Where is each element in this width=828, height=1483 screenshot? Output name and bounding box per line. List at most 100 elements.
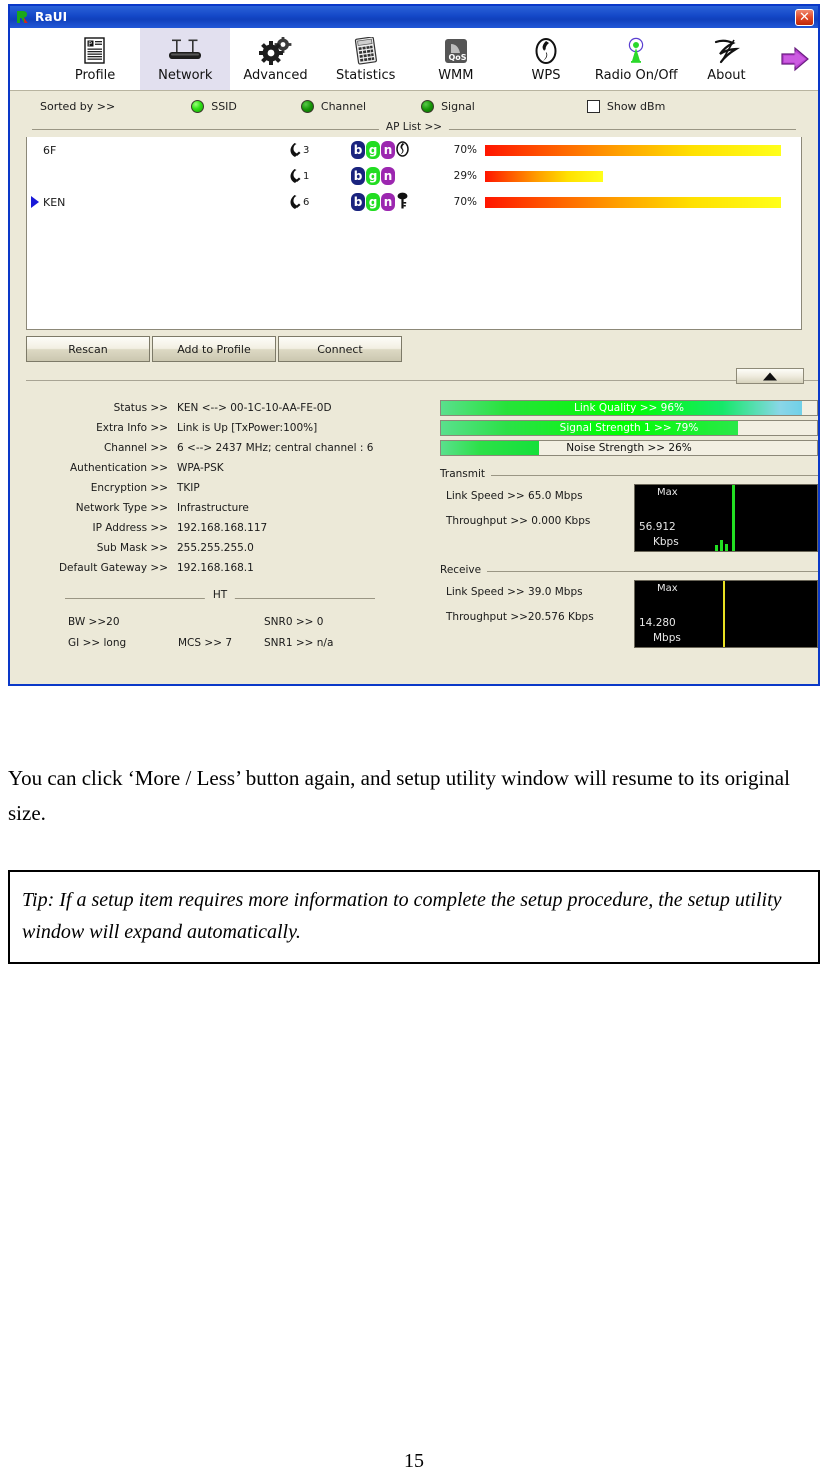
radio-antenna-icon [624, 35, 648, 65]
badge-b: b [351, 167, 365, 185]
add-to-profile-button[interactable]: Add to Profile [152, 336, 276, 362]
tab-radio-on-off[interactable]: Radio On/Off [591, 28, 681, 90]
key-icon [396, 192, 409, 213]
connect-button[interactable]: Connect [278, 336, 402, 362]
receive-graph-unit: Mbps [653, 632, 681, 644]
action-button-bar: Rescan Add to Profile Connect [26, 336, 818, 366]
ap-signal-bar [485, 196, 781, 208]
show-dbm-checkbox[interactable]: Show dBm [586, 99, 665, 113]
ap-capabilities: b g n [351, 140, 427, 160]
status-key: Extra Info >> [96, 422, 168, 434]
status-value: TKIP [177, 482, 200, 494]
ap-channel: 1 [287, 168, 351, 185]
status-row: Network Type >> Infrastructure [10, 498, 430, 518]
calculator-icon [353, 35, 379, 65]
table-row[interactable]: 1 b g n 29% [27, 163, 801, 189]
ap-ssid: KEN [43, 195, 66, 209]
separator-line [26, 380, 818, 381]
tab-profile[interactable]: P Profile [50, 28, 140, 90]
table-row[interactable]: 6F 3 b g n 70% [27, 137, 801, 163]
receive-label: Receive [440, 564, 488, 576]
gears-icon [258, 35, 292, 65]
network-router-icon [165, 35, 205, 65]
triangle-up-icon [763, 372, 777, 380]
sort-option-channel-label: Channel [320, 99, 367, 113]
rescan-button[interactable]: Rescan [26, 336, 150, 362]
close-icon[interactable]: ✕ [795, 8, 814, 26]
tab-about[interactable]: About [681, 28, 771, 90]
badge-n: n [381, 193, 395, 211]
sort-option-ssid[interactable]: SSID [191, 99, 237, 113]
transmit-text: Link Speed >> 65.0 Mbps Throughput >> 0.… [440, 484, 634, 534]
receive-text: Link Speed >> 39.0 Mbps Throughput >>20.… [440, 580, 634, 630]
status-value: 192.168.168.117 [177, 522, 268, 534]
wps-icon [533, 35, 559, 65]
tip-box: Tip: If a setup item requires more infor… [8, 870, 820, 964]
sort-option-signal[interactable]: Signal [421, 99, 475, 113]
tab-profile-label: Profile [74, 68, 116, 83]
tab-about-label: About [707, 68, 746, 83]
arrow-right-icon[interactable] [772, 28, 819, 90]
status-key: Encryption >> [90, 482, 168, 494]
ht-spacer [178, 612, 264, 633]
tab-network-label: Network [158, 68, 213, 83]
sort-bar: Sorted by >> SSID Channel Signal Show dB… [10, 91, 818, 121]
noise-strength-label: Noise Strength >> 26% [566, 441, 692, 454]
signal-strength-label: Signal Strength 1 >> 79% [559, 421, 699, 434]
tab-advanced[interactable]: Advanced [230, 28, 320, 90]
tab-network[interactable]: Network [140, 28, 231, 90]
ap-channel-number: 6 [303, 196, 310, 208]
radio-signal-icon[interactable] [421, 99, 435, 113]
status-value: Infrastructure [177, 502, 249, 514]
ap-signal-bar-wrap [485, 196, 801, 208]
ap-channel-number: 1 [303, 170, 310, 182]
tab-wps[interactable]: WPS [501, 28, 591, 90]
body-paragraph: You can click ‘More / Less’ button again… [8, 766, 790, 825]
tab-advanced-label: Advanced [243, 68, 308, 83]
transmit-graph-spike [732, 485, 735, 551]
transmit-graph-spike [720, 540, 723, 551]
ht-gi: GI >> long [68, 637, 127, 649]
transmit-section-caption: Transmit [440, 468, 818, 482]
link-quality-label: Link Quality >> 96% [574, 401, 684, 414]
more-less-button[interactable] [736, 368, 804, 384]
receive-link-speed: Link Speed >> 39.0 Mbps [446, 586, 583, 598]
transmit-graph-max-label: Max [657, 487, 678, 498]
status-value: 192.168.168.1 [177, 562, 254, 574]
status-key: Channel >> [103, 442, 168, 454]
ap-list[interactable]: 6F 3 b g n 70% 1 b g n 29% KEN 6 b g n 7… [26, 137, 802, 330]
status-key: Status >> [113, 402, 168, 414]
receive-body: Link Speed >> 39.0 Mbps Throughput >>20.… [440, 580, 818, 648]
badge-b: b [351, 193, 365, 211]
tab-wmm-label: WMM [438, 68, 474, 83]
tab-wmm[interactable]: QoS WMM [411, 28, 501, 90]
noise-strength-bar: Noise Strength >> 26% [440, 440, 818, 456]
status-value: 255.255.255.0 [177, 542, 254, 554]
transmit-graph-spike [715, 545, 718, 551]
sort-option-signal-label: Signal [441, 99, 475, 113]
status-key: Network Type >> [75, 502, 168, 514]
signal-pen-icon [290, 142, 301, 157]
radio-channel-icon[interactable] [300, 99, 314, 113]
window-title: RaUI [35, 10, 68, 24]
page-number: 15 [404, 1450, 424, 1472]
ht-bw: BW >>20 [68, 616, 120, 628]
svg-text:QoS: QoS [448, 53, 466, 62]
sorted-by-label: Sorted by >> [40, 99, 116, 113]
ap-list-caption-label: AP List >> [378, 121, 450, 133]
receive-throughput: Throughput >>20.576 Kbps [446, 611, 594, 623]
ap-signal-percent: 70% [453, 144, 477, 156]
badge-g: g [366, 167, 380, 185]
tab-statistics[interactable]: Statistics [321, 28, 411, 90]
ht-caption-label: HT [204, 589, 236, 601]
transmit-graph-unit: Kbps [653, 536, 679, 548]
ap-channel-number: 3 [303, 144, 310, 156]
status-key: Authentication >> [69, 462, 168, 474]
checkbox-icon[interactable] [586, 99, 600, 113]
radio-ssid-icon[interactable] [191, 99, 205, 113]
table-row[interactable]: KEN 6 b g n 70% [27, 189, 801, 215]
badge-b: b [351, 141, 365, 159]
sort-option-channel[interactable]: Channel [300, 99, 367, 113]
ap-signal-percent: 29% [453, 170, 477, 182]
ap-channel: 3 [287, 142, 351, 159]
